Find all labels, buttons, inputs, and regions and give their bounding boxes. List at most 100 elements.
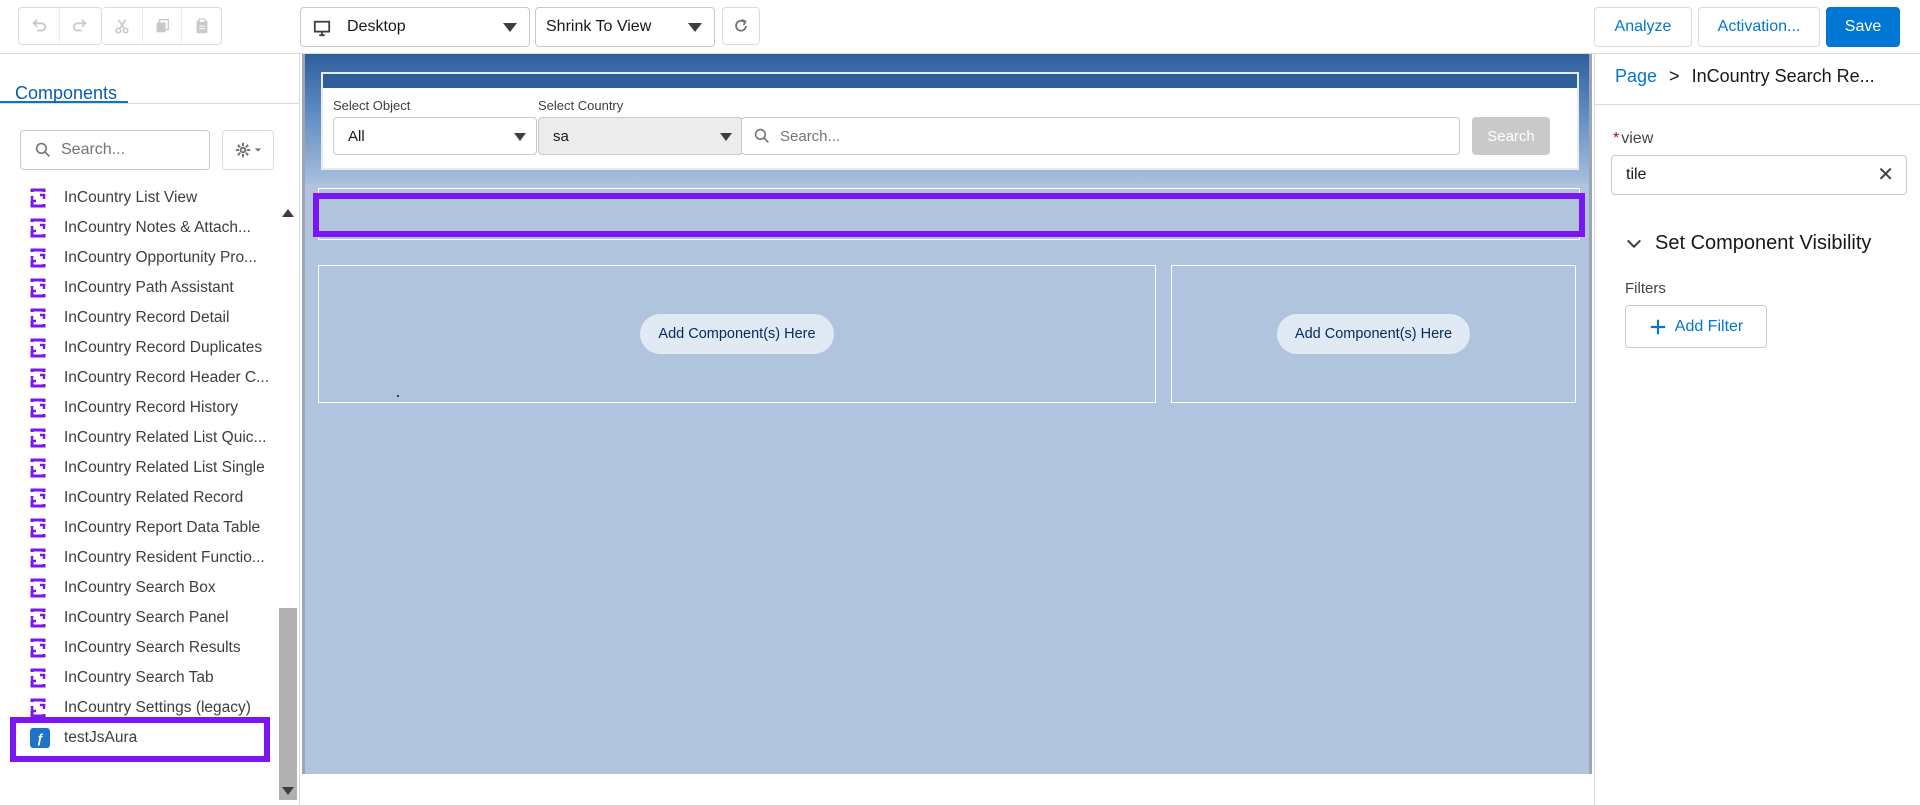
component-icon	[30, 218, 46, 238]
device-value: Desktop	[347, 18, 406, 35]
component-icon	[30, 488, 46, 508]
component-icon	[30, 668, 46, 688]
refresh-icon	[735, 18, 747, 32]
breadcrumb-current: InCountry Search Re...	[1691, 66, 1875, 86]
list-item[interactable]: InCountry Search Panel	[30, 604, 274, 632]
component-search-input[interactable]: Search...	[20, 130, 210, 170]
component-icon	[30, 638, 46, 658]
list-item[interactable]: InCountry Related List Single	[30, 454, 274, 482]
tab-components[interactable]: Components	[0, 68, 128, 104]
component-icon	[30, 518, 46, 538]
settings-menu-button[interactable]	[222, 130, 274, 170]
activation-button[interactable]: Activation...	[1698, 7, 1820, 47]
scroll-up-icon[interactable]	[282, 209, 294, 217]
view-field-value: tile	[1626, 166, 1647, 183]
list-item[interactable]: InCountry Record Duplicates	[30, 334, 274, 362]
component-list: InCountry History ReportInCountry List V…	[0, 188, 276, 788]
canvas-search-button[interactable]: Search	[1472, 117, 1550, 155]
select-object-dropdown[interactable]: All	[333, 117, 537, 155]
list-item-label: InCountry Settings (legacy)	[64, 699, 251, 716]
list-item-label: InCountry Record Header C...	[64, 369, 270, 386]
list-item-label: InCountry List View	[64, 189, 198, 206]
cursor-dot	[397, 395, 399, 397]
desktop-icon	[313, 20, 331, 37]
required-icon: *	[1613, 130, 1620, 147]
select-object-value: All	[348, 127, 365, 145]
list-item[interactable]: InCountry Search Box	[30, 574, 274, 602]
add-component-right[interactable]: Add Component(s) Here	[1276, 314, 1471, 354]
cut-button[interactable]	[102, 8, 142, 44]
list-item-label: InCountry Resident Functio...	[64, 549, 265, 566]
builder-toolbar: Desktop Shrink To View Analyze Activatio…	[0, 0, 1920, 54]
list-item-label: InCountry Related Record	[64, 489, 244, 506]
component-icon	[30, 458, 46, 478]
component-icon	[30, 278, 46, 298]
scroll-down-icon[interactable]	[282, 787, 294, 795]
canvas-search-input[interactable]: Search...	[741, 117, 1460, 155]
view-field-input[interactable]: tile ✕	[1611, 155, 1907, 195]
list-item-label: InCountry Record History	[64, 399, 239, 416]
list-item[interactable]: InCountry Resident Functio...	[30, 544, 274, 572]
visibility-section-title: Set Component Visibility	[1655, 232, 1872, 254]
refresh-button[interactable]	[722, 7, 760, 45]
list-item[interactable]: InCountry Record Detail	[30, 304, 274, 332]
view-mode-dropdown[interactable]: Shrink To View	[535, 7, 715, 47]
list-item[interactable]: InCountry Related Record	[30, 484, 274, 512]
chevron-down-icon	[1626, 239, 1642, 248]
left-region[interactable]: Add Component(s) Here	[318, 265, 1156, 403]
list-item[interactable]: InCountry Notes & Attach...	[30, 214, 274, 242]
clear-icon[interactable]: ✕	[1877, 165, 1894, 185]
component-icon	[30, 548, 46, 568]
component-icon	[30, 428, 46, 448]
view-label-text: view	[1621, 130, 1654, 147]
select-object-label: Select Object	[333, 98, 411, 113]
list-item[interactable]: InCountry Report Data Table	[30, 514, 274, 542]
list-item[interactable]: InCountry Record History	[30, 394, 274, 422]
highlight-box-results-region	[313, 193, 1585, 237]
list-item[interactable]: InCountry Record Header C...	[30, 364, 274, 392]
copy-button[interactable]	[141, 8, 182, 44]
component-icon	[30, 308, 46, 328]
component-icon	[30, 188, 46, 208]
list-item[interactable]: InCountry Path Assistant	[30, 274, 274, 302]
right-region[interactable]: Add Component(s) Here	[1171, 265, 1576, 403]
component-icon	[30, 248, 46, 268]
list-item-label: InCountry Record Detail	[64, 309, 230, 326]
list-item-label: InCountry Notes & Attach...	[64, 219, 251, 236]
list-item[interactable]: InCountry Opportunity Pro...	[30, 244, 274, 272]
component-icon	[30, 608, 46, 628]
undo-button[interactable]	[19, 8, 59, 44]
list-item-label: InCountry Report Data Table	[64, 519, 261, 536]
view-field-label: * view	[1613, 130, 1653, 148]
add-filter-button[interactable]: Add Filter	[1625, 305, 1767, 348]
add-filter-label: Add Filter	[1674, 317, 1744, 335]
clipboard-group	[102, 7, 222, 45]
list-item-label: InCountry Search Box	[64, 579, 216, 596]
undo-icon	[32, 19, 47, 32]
device-dropdown[interactable]: Desktop	[300, 7, 530, 47]
save-button[interactable]: Save	[1826, 7, 1900, 47]
chevron-down-icon	[720, 133, 732, 141]
list-item-label: InCountry Search Results	[64, 639, 241, 656]
list-item-label: InCountry Path Assistant	[64, 279, 234, 296]
scrollbar-thumb[interactable]	[279, 608, 297, 800]
redo-button[interactable]	[59, 8, 99, 44]
list-item-label: InCountry Search Panel	[64, 609, 229, 626]
select-country-dropdown[interactable]: sa	[538, 117, 743, 155]
component-visibility-section[interactable]: Set Component Visibility	[1625, 232, 1871, 255]
canvas-footer-gap	[302, 774, 1592, 805]
add-component-left[interactable]: Add Component(s) Here	[640, 314, 834, 354]
tab-divider	[0, 103, 300, 104]
analyze-button[interactable]: Analyze	[1594, 7, 1692, 47]
gear-icon	[235, 142, 250, 158]
paste-button[interactable]	[181, 8, 221, 44]
list-item[interactable]: InCountry List View	[30, 188, 274, 212]
breadcrumb-page-link[interactable]: Page	[1615, 66, 1657, 87]
list-item[interactable]: InCountry Search Tab	[30, 664, 274, 692]
undo-redo-group	[18, 7, 102, 45]
select-country-label: Select Country	[538, 98, 624, 113]
component-search-placeholder: Search...	[61, 141, 126, 158]
list-item[interactable]: InCountry Search Results	[30, 634, 274, 662]
paste-icon	[196, 18, 208, 34]
list-item[interactable]: InCountry Related List Quic...	[30, 424, 274, 452]
